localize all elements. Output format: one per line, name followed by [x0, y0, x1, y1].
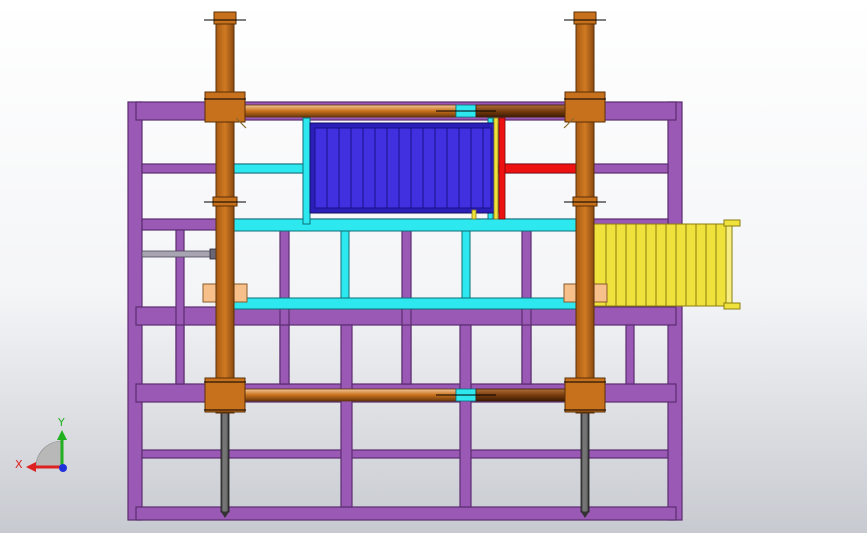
column-left-cap — [213, 11, 237, 25]
blue-block — [309, 122, 499, 214]
drill-shaft-right — [580, 411, 590, 518]
yellow-conveyor — [593, 219, 741, 310]
triad-quadrant — [35, 440, 63, 468]
conveyor-end-rail — [725, 225, 733, 305]
column-right — [564, 11, 606, 414]
conveyor-body — [593, 223, 731, 307]
drill-shaft-left — [220, 411, 230, 518]
frame-vert-7 — [625, 324, 635, 385]
triad-y-label: Y — [57, 416, 65, 429]
triad-y-arrow — [57, 430, 67, 440]
column-right-block-top — [564, 91, 606, 123]
cyan-bar-left-top — [233, 163, 307, 174]
column-left-block-top — [204, 91, 246, 123]
yellow-upright-2 — [471, 209, 477, 220]
column-left — [204, 11, 246, 414]
yellow-upright-1 — [493, 117, 499, 220]
conveyor-cap-bottom — [723, 302, 741, 310]
cyan-post-left — [302, 117, 311, 225]
frame-vert-10 — [401, 324, 412, 385]
axis-triad[interactable]: Y X — [15, 416, 67, 472]
bottom-cross-rod — [233, 388, 579, 402]
frame-vert-8 — [175, 324, 185, 385]
column-left-block-bottom — [204, 377, 246, 413]
red-rod-vertical — [498, 117, 506, 220]
top-cross-rod — [233, 104, 579, 118]
triad-x-arrow — [26, 462, 36, 472]
cyan-beam-upper — [233, 218, 585, 232]
cad-viewport[interactable]: Y X — [0, 0, 867, 533]
conveyor-cap-top — [723, 219, 741, 227]
frame-vert-3 — [340, 324, 353, 508]
red-rod — [498, 117, 579, 220]
blue-block-face — [314, 127, 492, 209]
column-right-block-bottom — [564, 377, 606, 413]
frame-vert-5 — [459, 324, 472, 508]
frame-beam-bottom — [135, 506, 677, 521]
assembly-drawing: Y X — [15, 11, 741, 521]
red-rod-horizontal — [503, 163, 579, 174]
triad-z-origin — [59, 464, 67, 472]
frame-vert-11 — [521, 324, 532, 385]
frame-vert-9 — [279, 324, 290, 385]
column-right-cap — [573, 11, 597, 25]
cyan-post-b — [461, 230, 471, 299]
triad-x-label: X — [15, 458, 23, 471]
cyan-beam-lower — [233, 297, 585, 310]
cyan-post-a — [340, 230, 350, 299]
